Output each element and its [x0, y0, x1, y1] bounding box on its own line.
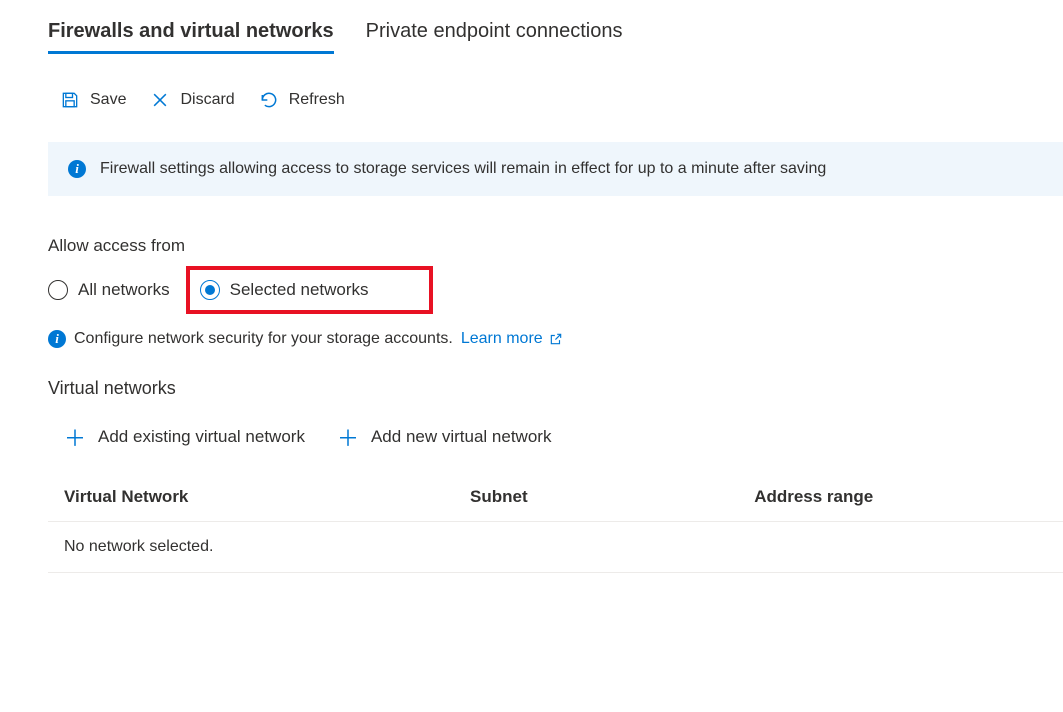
refresh-button[interactable]: Refresh	[259, 90, 345, 110]
radio-selected-networks-label: Selected networks	[230, 280, 369, 300]
info-banner-text: Firewall settings allowing access to sto…	[100, 160, 826, 178]
table-header-row: Virtual Network Subnet Address range	[48, 473, 1063, 522]
radio-circle-selected-icon	[200, 280, 220, 300]
tab-firewalls[interactable]: Firewalls and virtual networks	[48, 20, 334, 54]
add-new-vnet-button[interactable]: ＋ Add new virtual network	[337, 421, 552, 453]
add-new-label: Add new virtual network	[371, 427, 551, 447]
add-existing-vnet-button[interactable]: ＋ Add existing virtual network	[64, 421, 305, 453]
refresh-label: Refresh	[289, 91, 345, 109]
radio-all-networks-label: All networks	[78, 280, 170, 300]
empty-state-text: No network selected.	[48, 522, 1063, 573]
col-address-range: Address range	[738, 473, 1063, 522]
plus-icon: ＋	[64, 421, 86, 453]
info-icon: i	[48, 330, 66, 348]
col-virtual-network: Virtual Network	[48, 473, 454, 522]
close-icon	[150, 90, 170, 110]
col-subnet: Subnet	[454, 473, 738, 522]
access-radio-group: All networks Selected networks	[48, 266, 1063, 314]
radio-all-networks[interactable]: All networks	[48, 280, 170, 300]
discard-label: Discard	[180, 91, 234, 109]
vnet-table: Virtual Network Subnet Address range No …	[48, 473, 1063, 573]
learn-more-link[interactable]: Learn more	[461, 330, 563, 348]
external-link-icon	[549, 332, 563, 346]
plus-icon: ＋	[337, 421, 359, 453]
refresh-icon	[259, 90, 279, 110]
save-icon	[60, 90, 80, 110]
vnet-add-actions: ＋ Add existing virtual network ＋ Add new…	[48, 421, 1063, 453]
learn-more-label: Learn more	[461, 330, 543, 348]
tabs-bar: Firewalls and virtual networks Private e…	[48, 20, 1063, 54]
toolbar: Save Discard Refresh	[48, 90, 1063, 110]
info-banner: i Firewall settings allowing access to s…	[48, 142, 1063, 196]
highlight-annotation: Selected networks	[186, 266, 433, 314]
radio-selected-networks[interactable]: Selected networks	[200, 280, 369, 300]
help-text: Configure network security for your stor…	[74, 330, 453, 348]
info-icon: i	[68, 160, 86, 178]
virtual-networks-heading: Virtual networks	[48, 378, 1063, 399]
table-row: No network selected.	[48, 522, 1063, 573]
help-row: i Configure network security for your st…	[48, 330, 1063, 348]
tab-private-endpoints[interactable]: Private endpoint connections	[366, 20, 623, 54]
access-label: Allow access from	[48, 236, 1063, 256]
add-existing-label: Add existing virtual network	[98, 427, 305, 447]
save-button[interactable]: Save	[60, 90, 126, 110]
radio-circle-icon	[48, 280, 68, 300]
save-label: Save	[90, 91, 126, 109]
discard-button[interactable]: Discard	[150, 90, 234, 110]
